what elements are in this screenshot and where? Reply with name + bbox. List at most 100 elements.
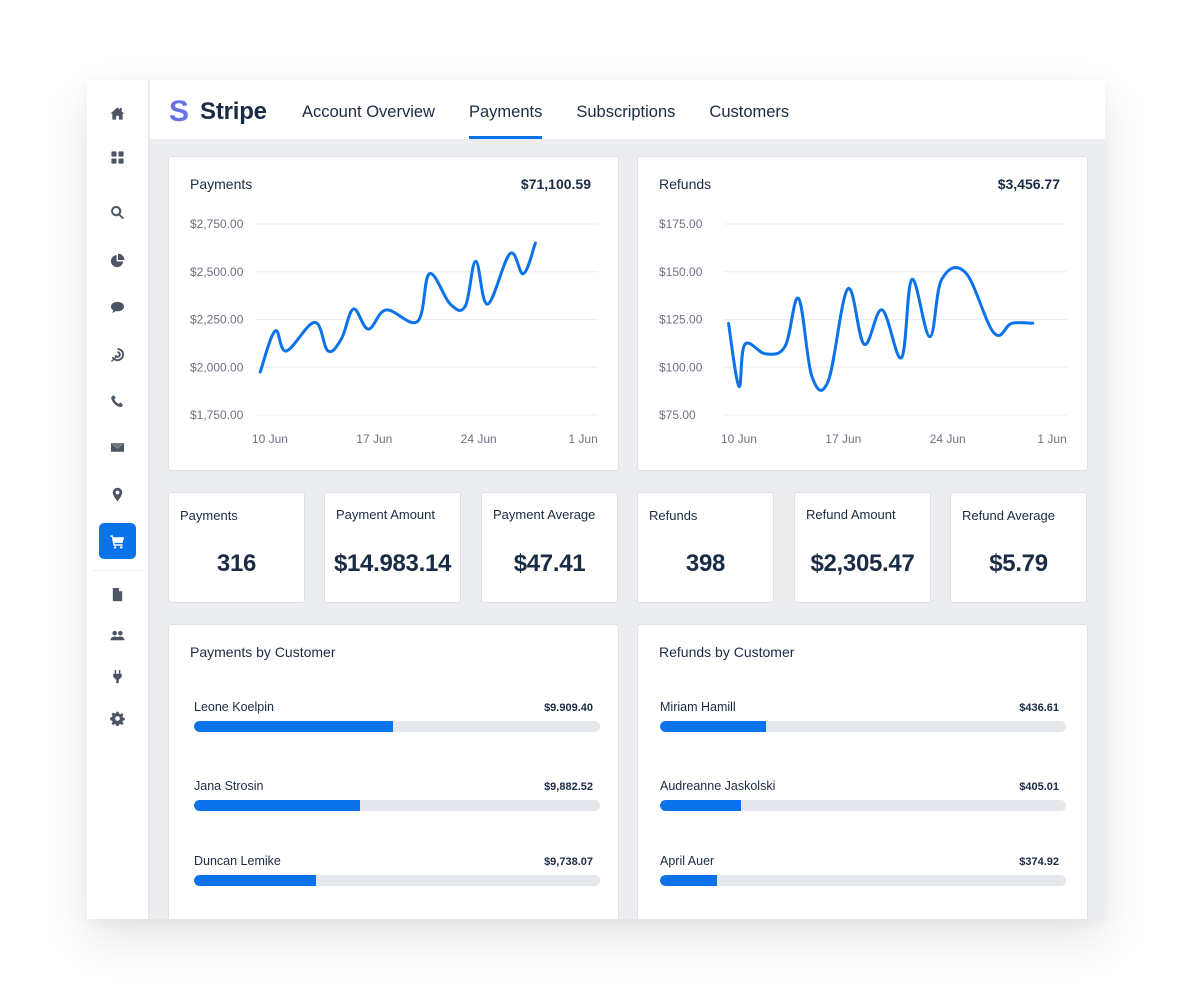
payments-chart-card: Payments $71,100.59 $1,750.00 $2,000.00 $2… <box>168 156 619 471</box>
stat-label: Refund Amount <box>806 507 896 522</box>
users-icon <box>110 630 125 640</box>
sidebar-item-calls[interactable] <box>99 383 136 419</box>
y-tick-label: $75.00 <box>659 408 696 422</box>
progress-track <box>194 875 600 886</box>
customer-amount: $374.92 <box>1019 856 1059 868</box>
customer-amount: $405.01 <box>1019 781 1059 793</box>
stripe-mark-icon: S <box>169 95 190 128</box>
sidebar-divider <box>93 570 143 571</box>
target-icon <box>110 347 125 362</box>
x-tick-label: 17 Jun <box>356 432 392 446</box>
customer-name: Audreanne Jaskolski <box>660 779 776 793</box>
y-tick-label: $2,000.00 <box>190 360 244 374</box>
sidebar-item-settings[interactable] <box>99 700 136 736</box>
progress-fill <box>660 800 742 811</box>
x-tick-label: 24 Jun <box>930 432 966 446</box>
stat-card-payment-average: Payment Average $47.41 <box>481 492 618 603</box>
sidebar-item-integrations[interactable] <box>99 658 136 694</box>
top-header: S Stripe Account Overview Payments Subsc… <box>150 80 1105 139</box>
customer-row[interactable]: Jana Strosin $9,882.52 <box>194 779 600 819</box>
customer-name: Duncan Lemike <box>194 854 281 868</box>
customer-name: April Auer <box>660 854 715 868</box>
tab-account-overview[interactable]: Account Overview <box>302 80 435 139</box>
refunds-by-customer-card: Refunds by Customer Miriam Hamill $436.6… <box>637 624 1088 919</box>
sidebar-item-payments[interactable] <box>99 523 136 559</box>
stat-card-refunds: Refunds 398 <box>637 492 774 603</box>
customer-amount: $436.61 <box>1019 702 1059 714</box>
progress-fill <box>194 875 316 886</box>
tab-customers[interactable]: Customers <box>709 80 789 139</box>
stat-card-payment-amount: Payment Amount $14.983.14 <box>324 492 461 603</box>
x-tick-label: 24 Jun <box>461 432 497 446</box>
customer-name: Jana Strosin <box>194 779 264 793</box>
stat-card-refund-average: Refund Average $5.79 <box>950 492 1087 603</box>
document-icon <box>112 587 123 601</box>
pie-chart-icon <box>110 253 125 267</box>
y-tick-label: $150.00 <box>659 265 703 279</box>
sidebar-item-locations[interactable] <box>99 476 136 512</box>
stripe-logo[interactable]: S Stripe <box>169 95 267 128</box>
customer-row[interactable]: Miriam Hamill $436.61 <box>660 700 1066 740</box>
stat-value: 316 <box>216 550 257 577</box>
x-tick-label: 1 Jun <box>568 432 597 446</box>
map-pin-icon <box>112 487 123 501</box>
progress-fill <box>194 721 393 732</box>
stat-label: Payments <box>180 508 238 523</box>
sidebar-item-messages[interactable] <box>99 289 136 325</box>
stat-value: $14.983.14 <box>333 550 452 577</box>
customer-row[interactable]: Leone Koelpin $9.909.40 <box>194 700 600 740</box>
stat-label: Payment Average <box>493 507 596 522</box>
y-tick-label: $100.00 <box>659 360 703 374</box>
tab-subscriptions[interactable]: Subscriptions <box>576 80 675 139</box>
x-tick-label: 10 Jun <box>721 432 757 446</box>
x-tick-label: 1 Jun <box>1037 432 1066 446</box>
y-tick-label: $2,250.00 <box>190 313 244 327</box>
payments-by-customer-title: Payments by Customer <box>190 644 336 660</box>
home-icon <box>110 106 125 120</box>
sidebar-item-search[interactable] <box>99 194 136 230</box>
customer-row[interactable]: April Auer $374.92 <box>660 854 1066 894</box>
plug-icon <box>113 669 122 683</box>
dashboard-grid-icon <box>111 150 124 164</box>
stat-label: Payment Amount <box>336 507 435 522</box>
sidebar-item-home[interactable] <box>99 95 136 131</box>
series-line-refunds <box>727 266 1035 392</box>
y-tick-label: $2,750.00 <box>190 217 244 231</box>
y-tick-label: $125.00 <box>659 313 703 327</box>
progress-track <box>660 721 1066 732</box>
stat-card-payments: Payments 316 <box>168 492 305 603</box>
x-tick-label: 10 Jun <box>252 432 288 446</box>
stat-value: $47.41 <box>513 550 586 577</box>
customer-name: Miriam Hamill <box>660 700 736 714</box>
progress-track <box>660 800 1066 811</box>
sidebar-item-goals[interactable] <box>99 336 136 372</box>
sidebar-item-email[interactable] <box>99 429 136 465</box>
progress-fill <box>194 800 361 811</box>
tab-payments[interactable]: Payments <box>468 80 543 139</box>
gear-icon <box>110 711 125 726</box>
customer-amount: $9,738.07 <box>544 856 593 868</box>
envelope-icon <box>110 442 125 452</box>
sidebar-item-reports[interactable] <box>99 242 136 278</box>
sidebar-item-team[interactable] <box>99 617 136 653</box>
series-line-payments <box>258 241 537 374</box>
refunds-line-chart: $75.00 $100.00 $125.00 $150.00 $175.00 10 Jun… <box>659 217 1067 446</box>
sidebar <box>87 80 149 919</box>
refunds-by-customer-title: Refunds by Customer <box>659 644 795 660</box>
sidebar-item-dashboard[interactable] <box>99 139 136 175</box>
progress-track <box>194 800 600 811</box>
payments-line-chart: $1,750.00 $2,000.00 $2,250.00 $2,500.00 $2,7… <box>190 217 598 446</box>
customer-amount: $9.909.40 <box>544 702 593 714</box>
phone-icon <box>111 394 123 407</box>
sidebar-item-documents[interactable] <box>99 576 136 612</box>
x-tick-label: 17 Jun <box>825 432 861 446</box>
shopping-cart-icon <box>110 534 125 549</box>
customer-name: Leone Koelpin <box>194 700 274 714</box>
progress-fill <box>660 875 717 886</box>
stat-value: 398 <box>685 550 726 577</box>
customer-row[interactable]: Audreanne Jaskolski $405.01 <box>660 779 1066 819</box>
stat-card-refund-amount: Refund Amount $2,305.47 <box>794 492 931 603</box>
main-tabs: Account Overview Payments Subscriptions … <box>302 80 823 139</box>
brand-name: Stripe <box>200 98 267 125</box>
customer-row[interactable]: Duncan Lemike $9,738.07 <box>194 854 600 894</box>
